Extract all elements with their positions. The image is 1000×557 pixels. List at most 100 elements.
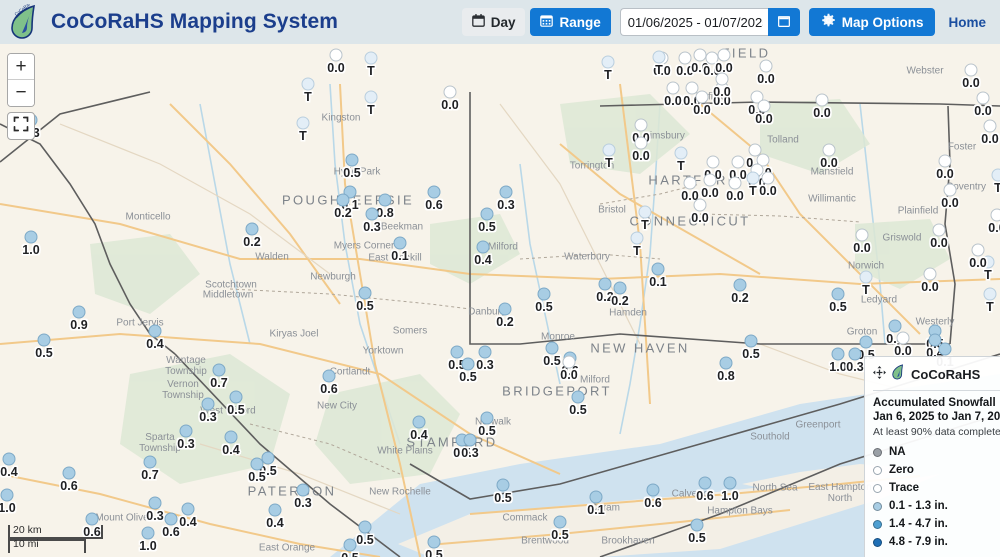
station-dot-icon[interactable] xyxy=(365,207,379,221)
day-mode-button[interactable]: Day xyxy=(461,8,526,36)
station-dot-icon[interactable] xyxy=(62,466,76,480)
station-dot-icon[interactable] xyxy=(976,91,990,105)
station-dot-icon[interactable] xyxy=(364,51,378,65)
station-dot-icon[interactable] xyxy=(923,267,937,281)
station-dot-icon[interactable] xyxy=(476,240,490,254)
station-dot-icon[interactable] xyxy=(589,490,603,504)
station-dot-icon[interactable] xyxy=(896,331,910,345)
calendar-picker-button[interactable] xyxy=(767,8,800,36)
station-dot-icon[interactable] xyxy=(723,476,737,490)
fullscreen-button[interactable] xyxy=(7,112,35,140)
station-dot-icon[interactable] xyxy=(695,90,709,104)
station-dot-icon[interactable] xyxy=(831,347,845,361)
station-dot-icon[interactable] xyxy=(601,55,615,69)
station-dot-icon[interactable] xyxy=(634,136,648,150)
station-dot-icon[interactable] xyxy=(24,230,38,244)
station-dot-icon[interactable] xyxy=(964,63,978,77)
station-dot-icon[interactable] xyxy=(141,526,155,540)
station-dot-icon[interactable] xyxy=(427,535,441,549)
station-dot-icon[interactable] xyxy=(358,286,372,300)
station-dot-icon[interactable] xyxy=(148,496,162,510)
zoom-out-button[interactable]: − xyxy=(8,80,34,106)
station-dot-icon[interactable] xyxy=(693,48,707,62)
station-dot-icon[interactable] xyxy=(378,193,392,207)
station-dot-icon[interactable] xyxy=(613,281,627,295)
station-dot-icon[interactable] xyxy=(831,287,845,301)
station-dot-icon[interactable] xyxy=(706,155,720,169)
station-dot-icon[interactable] xyxy=(630,231,644,245)
station-dot-icon[interactable] xyxy=(537,287,551,301)
station-dot-icon[interactable] xyxy=(759,59,773,73)
station-dot-icon[interactable] xyxy=(164,512,178,526)
station-dot-icon[interactable] xyxy=(757,99,771,113)
station-dot-icon[interactable] xyxy=(181,502,195,516)
legend-item[interactable]: 1.4 - 4.7 in. xyxy=(873,515,1000,533)
station-dot-icon[interactable] xyxy=(364,90,378,104)
station-dot-icon[interactable] xyxy=(678,51,692,65)
legend-item[interactable]: NA xyxy=(873,443,1000,461)
station-dot-icon[interactable] xyxy=(562,355,576,369)
station-dot-icon[interactable] xyxy=(859,270,873,284)
station-dot-icon[interactable] xyxy=(443,85,457,99)
station-dot-icon[interactable] xyxy=(815,93,829,107)
station-dot-icon[interactable] xyxy=(715,72,729,86)
station-dot-icon[interactable] xyxy=(498,302,512,316)
station-dot-icon[interactable] xyxy=(336,193,350,207)
station-dot-icon[interactable] xyxy=(296,116,310,130)
map-options-button[interactable]: Map Options xyxy=(808,8,936,36)
station-dot-icon[interactable] xyxy=(888,319,902,333)
station-dot-icon[interactable] xyxy=(744,334,758,348)
station-dot-icon[interactable] xyxy=(345,153,359,167)
station-dot-icon[interactable] xyxy=(983,287,997,301)
station-dot-icon[interactable] xyxy=(250,457,264,471)
range-mode-button[interactable]: Range xyxy=(530,8,611,36)
station-dot-icon[interactable] xyxy=(179,424,193,438)
station-dot-icon[interactable] xyxy=(855,228,869,242)
station-dot-icon[interactable] xyxy=(932,223,946,237)
station-dot-icon[interactable] xyxy=(848,347,862,361)
station-dot-icon[interactable] xyxy=(545,341,559,355)
date-range-input[interactable] xyxy=(619,8,768,36)
station-dot-icon[interactable] xyxy=(37,333,51,347)
station-dot-icon[interactable] xyxy=(703,173,717,187)
station-dot-icon[interactable] xyxy=(674,146,688,160)
station-dot-icon[interactable] xyxy=(666,81,680,95)
station-dot-icon[interactable] xyxy=(461,357,475,371)
station-dot-icon[interactable] xyxy=(991,168,1000,182)
station-dot-icon[interactable] xyxy=(733,278,747,292)
station-dot-icon[interactable] xyxy=(2,452,16,466)
legend-panel[interactable]: CoCoRaHS Accumulated Snowfall Jan 6, 202… xyxy=(864,356,1000,557)
station-dot-icon[interactable] xyxy=(859,335,873,349)
station-dot-icon[interactable] xyxy=(296,483,310,497)
station-dot-icon[interactable] xyxy=(393,236,407,250)
station-dot-icon[interactable] xyxy=(634,118,648,132)
station-dot-icon[interactable] xyxy=(229,390,243,404)
station-dot-icon[interactable] xyxy=(478,345,492,359)
map-viewport[interactable]: + − KingstonHyde ParkPOUGHKEEPSIEBeekman… xyxy=(0,44,1000,557)
zoom-in-button[interactable]: + xyxy=(8,54,34,80)
station-dot-icon[interactable] xyxy=(480,411,494,425)
station-dot-icon[interactable] xyxy=(693,198,707,212)
station-dot-icon[interactable] xyxy=(480,207,494,221)
station-dot-icon[interactable] xyxy=(499,185,513,199)
legend-item[interactable]: 0.1 - 1.3 in. xyxy=(873,497,1000,515)
station-dot-icon[interactable] xyxy=(990,208,1000,222)
station-dot-icon[interactable] xyxy=(602,143,616,157)
station-dot-icon[interactable] xyxy=(971,243,985,257)
legend-item[interactable]: Trace xyxy=(873,479,1000,497)
station-dot-icon[interactable] xyxy=(224,430,238,444)
station-dot-icon[interactable] xyxy=(343,538,357,552)
station-dot-icon[interactable] xyxy=(553,515,567,529)
station-dot-icon[interactable] xyxy=(717,48,731,62)
move-handle-icon[interactable] xyxy=(873,365,886,384)
station-dot-icon[interactable] xyxy=(0,488,14,502)
station-dot-icon[interactable] xyxy=(329,48,343,62)
station-dot-icon[interactable] xyxy=(938,154,952,168)
station-dot-icon[interactable] xyxy=(412,415,426,429)
station-dot-icon[interactable] xyxy=(201,397,215,411)
station-dot-icon[interactable] xyxy=(698,476,712,490)
station-dot-icon[interactable] xyxy=(143,455,157,469)
station-dot-icon[interactable] xyxy=(358,520,372,534)
station-dot-icon[interactable] xyxy=(598,277,612,291)
station-dot-icon[interactable] xyxy=(427,185,441,199)
